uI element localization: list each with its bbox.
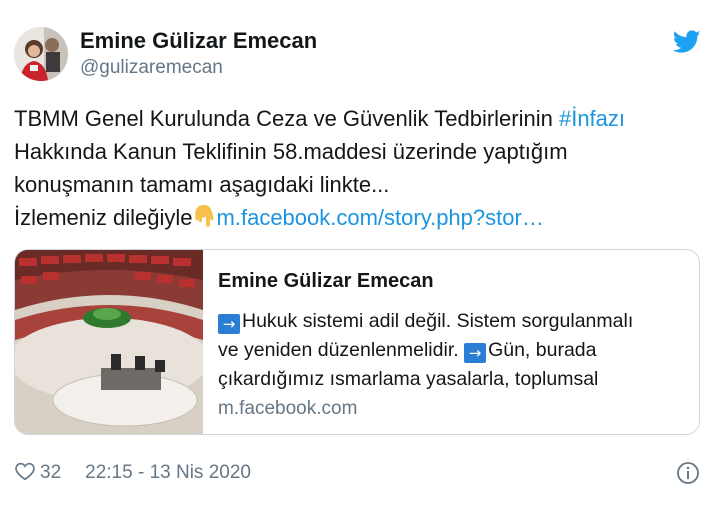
card-description-line: ve yeniden düzenlenmelidir.: [218, 339, 465, 361]
author-handle[interactable]: @gulizaremecan: [80, 57, 223, 79]
card-domain: m.facebook.com: [218, 398, 358, 419]
hashtag-link[interactable]: #İnfazı: [559, 106, 625, 131]
card-description: → Hukuk sistemi adil değil. Sistem sorgul…: [218, 307, 688, 394]
tweet-text-line: konuşmanın tamamı aşagıdaki linkte...: [14, 172, 390, 197]
tweet-footer: 32 22:15 - 13 Nis 2020: [14, 460, 251, 488]
card-image-parliament: [15, 250, 209, 434]
info-icon[interactable]: [676, 461, 700, 485]
twitter-bird-icon[interactable]: [672, 30, 701, 54]
avatar[interactable]: [14, 27, 68, 81]
arrow-right-box-icon: →: [464, 343, 487, 363]
tweet-text: TBMM Genel Kurulunda Ceza ve Güvenlik Te…: [14, 102, 704, 234]
card-description-line: Hukuk sistemi adil değil. Sistem sorgula…: [242, 310, 634, 332]
card-title: Emine Gülizar Emecan: [218, 270, 434, 292]
pointing-down-emoji-icon: [193, 205, 217, 229]
tweet-text-line: İzlemeniz dileğiyle: [14, 205, 193, 230]
arrow-right-box-icon: →: [218, 314, 240, 334]
author-name[interactable]: Emine Gülizar Emecan: [80, 28, 317, 54]
timestamp[interactable]: 22:15 - 13 Nis 2020: [85, 462, 251, 483]
like-count[interactable]: 32: [40, 462, 61, 483]
heart-icon[interactable]: [14, 460, 36, 482]
tweet-text-line: Hakkında Kanun Teklifinin 58.maddesi üze…: [14, 139, 568, 164]
card-description-line: Gün, burada: [488, 339, 597, 361]
card-description-line: çıkardığımız ısmarlama yasalarla, toplum…: [218, 368, 599, 390]
link-preview-card[interactable]: Emine Gülizar Emecan → Hukuk sistemi adil…: [14, 249, 700, 435]
facebook-story-link[interactable]: m.facebook.com/story.php?stor…: [217, 205, 544, 230]
tweet-text-line: TBMM Genel Kurulunda Ceza ve Güvenlik Te…: [14, 106, 559, 131]
